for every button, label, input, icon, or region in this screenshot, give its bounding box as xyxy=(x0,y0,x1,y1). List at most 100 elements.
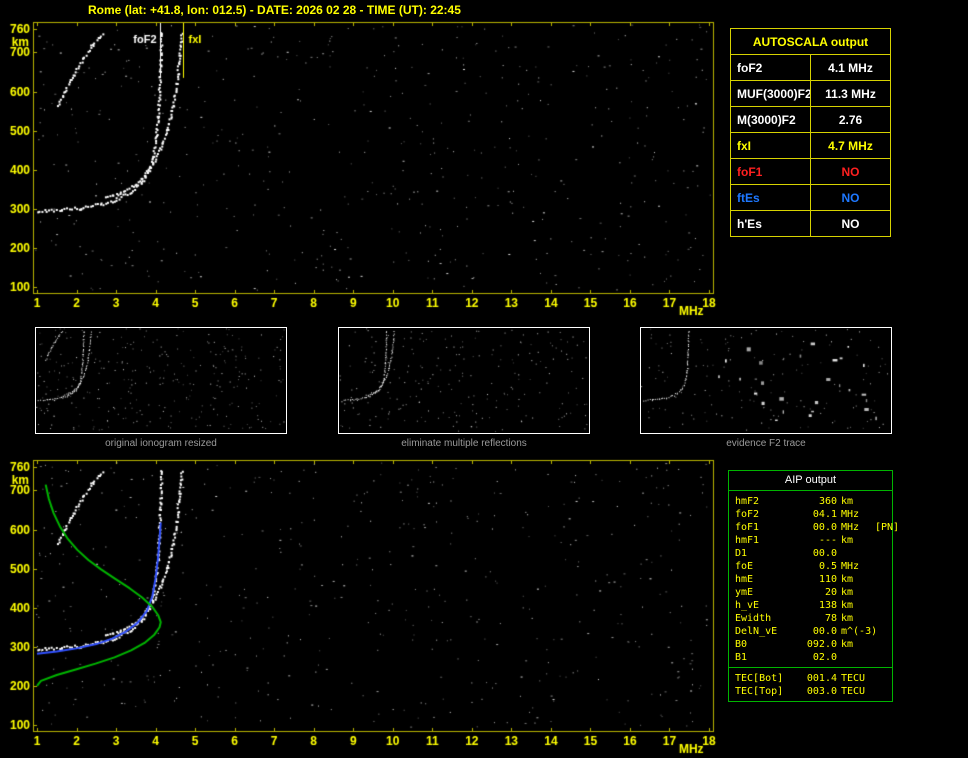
autoscala-row-value: NO xyxy=(810,210,891,237)
station-date-title: Rome (lat: +41.8, lon: 012.5) - DATE: 20… xyxy=(88,3,461,17)
aip-row-extra: [PN] xyxy=(875,522,900,533)
aip-table-rows: hmF2 360 km foF2 04.1 MHz foF1 00.0 MHz [PN] hmF1 -… xyxy=(729,491,899,664)
ionogram-top-canvas xyxy=(8,20,724,320)
aip-row-label: hmE xyxy=(735,574,754,585)
aip-row-label: foF1 xyxy=(735,522,760,533)
thumbnail-no-multiples-canvas xyxy=(338,327,590,434)
thumbnail-no-multiples: eliminate multiple reflections xyxy=(338,327,590,449)
aip-row-extra xyxy=(875,547,892,560)
aip-row: TEC[Bot] 001.4 TECU xyxy=(735,672,892,685)
aip-row-label: foE xyxy=(735,561,754,572)
aip-row: TEC[Top] 003.0 TECU xyxy=(735,685,892,698)
aip-row-value: 0.5 xyxy=(818,561,837,572)
autoscala-row: foF1 NO xyxy=(730,158,891,185)
aip-row-value: 003.0 xyxy=(806,686,837,697)
aip-row: h_vE 138 km xyxy=(735,599,892,612)
aip-row-label: hmF1 xyxy=(735,535,760,546)
thumbnail-f2-trace: evidence F2 trace xyxy=(640,327,892,449)
aip-row-value: 00.0 xyxy=(812,626,837,637)
autoscala-row-label: M(3000)F2 xyxy=(730,106,811,133)
aip-row-value: 001.4 xyxy=(806,673,837,684)
aip-row-value: --- xyxy=(818,535,837,546)
autoscala-row-label: foF1 xyxy=(730,158,811,185)
aip-row-label: foF2 xyxy=(735,509,760,520)
thumbnail-f2-trace-canvas xyxy=(640,327,892,434)
aip-row: hmF2 360 km xyxy=(735,495,892,508)
aip-row-extra xyxy=(875,651,892,664)
autoscala-row-value: NO xyxy=(810,184,891,211)
aip-row: D1 00.0 xyxy=(735,547,892,560)
autoscala-row-value: 2.76 xyxy=(810,106,891,133)
aip-row-extra xyxy=(875,685,892,698)
aip-row-unit: MHz xyxy=(841,509,860,520)
aip-row-unit: TECU xyxy=(841,673,866,684)
aip-row-value: 02.0 xyxy=(812,652,837,663)
aip-row-extra xyxy=(875,560,892,573)
aip-row-unit: km xyxy=(841,496,854,507)
autoscala-row-value: 11.3 MHz xyxy=(810,80,891,107)
aip-row-label: B1 xyxy=(735,652,748,663)
aip-row-extra xyxy=(875,638,892,651)
autoscala-row-label: MUF(3000)F2 xyxy=(730,80,811,107)
aip-row-label: DelN_vE xyxy=(735,626,778,637)
aip-row-label: B0 xyxy=(735,639,748,650)
aip-row-extra xyxy=(875,625,892,638)
aip-row: hmE 110 km xyxy=(735,573,892,586)
aip-row-value: 20 xyxy=(824,587,837,598)
aip-row: foF2 04.1 MHz xyxy=(735,508,892,521)
autoscala-row: ftEs NO xyxy=(730,184,891,211)
autoscala-row: foF2 4.1 MHz xyxy=(730,54,891,81)
aip-row: foE 0.5 MHz xyxy=(735,560,892,573)
aip-row-unit: km xyxy=(841,613,854,624)
autoscala-output-title: AUTOSCALA output xyxy=(730,28,891,55)
ionogram-bottom-canvas xyxy=(8,458,724,758)
aip-output-panel: AIP output hmF2 360 km foF2 04.1 MHz foF1 00.0 M… xyxy=(728,470,899,702)
autoscala-row-value: 4.1 MHz xyxy=(810,54,891,81)
aip-row: B0 092.0 km xyxy=(735,638,892,651)
aip-row-extra xyxy=(875,573,892,586)
aip-row-value: 360 xyxy=(818,496,837,507)
aip-row-unit: m^(-3) xyxy=(841,626,878,637)
aip-row-value: 00.0 xyxy=(812,548,837,559)
aip-row: DelN_vE 00.0 m^(-3) xyxy=(735,625,892,638)
aip-row-unit: TECU xyxy=(841,686,866,697)
autoscala-row: M(3000)F2 2.76 xyxy=(730,106,891,133)
aip-row-unit: km xyxy=(841,574,854,585)
autoscala-row-value: NO xyxy=(810,158,891,185)
aip-row-label: TEC[Bot] xyxy=(735,673,784,684)
aip-row-unit: km xyxy=(841,587,854,598)
aip-row-unit: km xyxy=(841,639,854,650)
thumbnail-f2-trace-caption: evidence F2 trace xyxy=(726,438,806,449)
aip-row-unit: km xyxy=(841,535,854,546)
thumbnail-no-multiples-caption: eliminate multiple reflections xyxy=(401,438,527,449)
aip-row-label: D1 xyxy=(735,548,748,559)
aip-row-unit xyxy=(841,651,875,664)
aip-row-extra xyxy=(875,612,892,625)
aip-row-unit xyxy=(841,547,875,560)
aip-row-extra xyxy=(875,534,892,547)
autoscala-row-value: 4.7 MHz xyxy=(810,132,891,159)
aip-row-label: ymE xyxy=(735,587,754,598)
aip-row-extra xyxy=(875,599,892,612)
aip-row-extra xyxy=(875,672,892,685)
aip-row-value: 78 xyxy=(824,613,837,624)
aip-tec-rows: TEC[Bot] 001.4 TECU TEC[Top] 003.0 TECU xyxy=(729,668,892,698)
autoscala-row-label: h'Es xyxy=(730,210,811,237)
aip-row-unit: km xyxy=(841,600,854,611)
aip-row-unit: MHz xyxy=(841,522,860,533)
autoscala-window: Rome (lat: +41.8, lon: 012.5) - DATE: 20… xyxy=(0,0,968,758)
aip-row: hmF1 --- km xyxy=(735,534,892,547)
aip-row-extra xyxy=(875,586,892,599)
aip-row-label: TEC[Top] xyxy=(735,686,784,697)
aip-row-value: 00.0 xyxy=(812,522,837,533)
aip-row: foF1 00.0 MHz [PN] xyxy=(735,521,899,534)
autoscala-row: MUF(3000)F2 11.3 MHz xyxy=(730,80,891,107)
autoscala-row-label: fxI xyxy=(730,132,811,159)
autoscala-row: h'Es NO xyxy=(730,210,891,237)
autoscala-header-row: AUTOSCALA output xyxy=(730,28,891,55)
aip-row-extra xyxy=(875,495,892,508)
autoscala-row-label: ftEs xyxy=(730,184,811,211)
aip-row: ymE 20 km xyxy=(735,586,892,599)
autoscala-row: fxI 4.7 MHz xyxy=(730,132,891,159)
thumbnail-original-caption: original ionogram resized xyxy=(105,438,217,449)
